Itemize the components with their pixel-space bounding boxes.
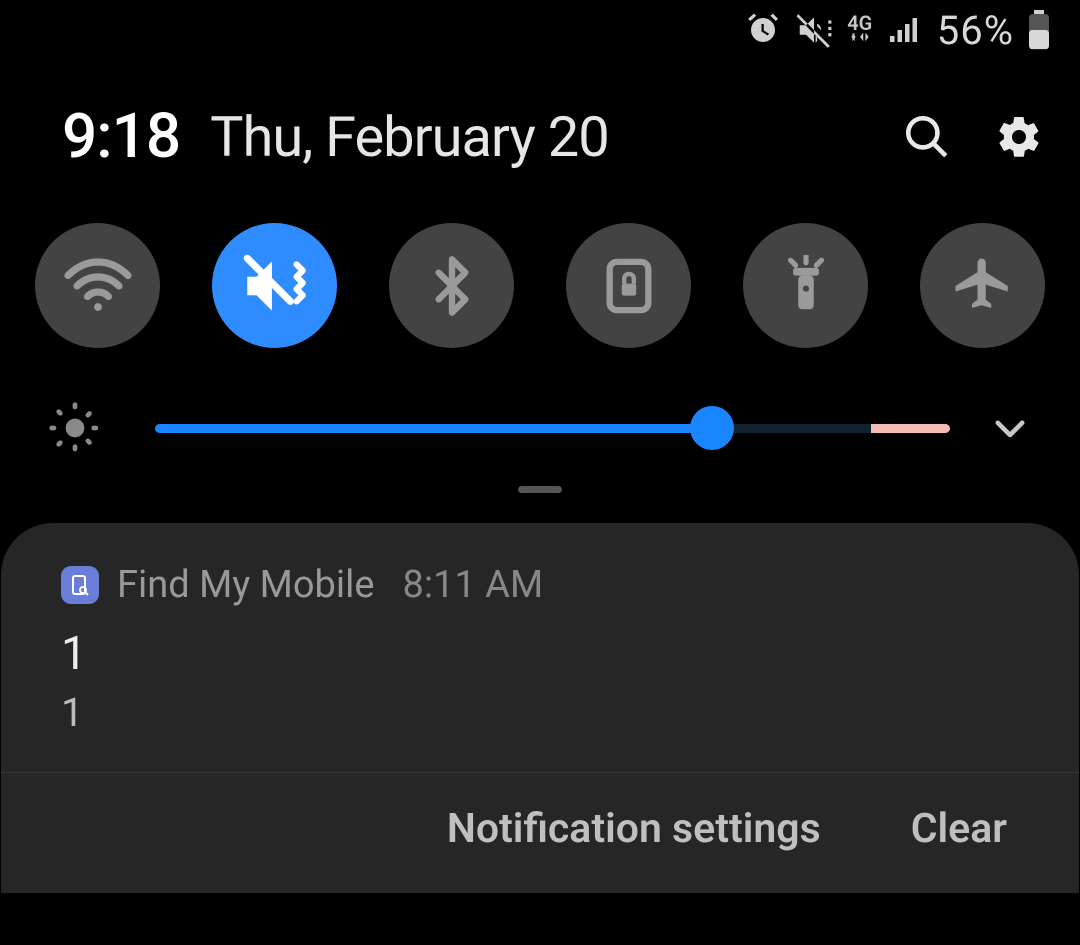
notification-card[interactable]: Find My Mobile 8:11 AM 1 1 Notification … — [1, 523, 1079, 893]
alarm-icon — [745, 12, 781, 48]
bluetooth-toggle[interactable] — [389, 223, 514, 348]
notification-app-name: Find My Mobile — [117, 563, 374, 607]
airplane-icon — [950, 253, 1016, 319]
notification-header: Find My Mobile 8:11 AM — [1, 563, 1079, 607]
battery-percent: 56% — [937, 7, 1014, 54]
notification-time: 8:11 AM — [402, 563, 543, 607]
rotation-lock-toggle[interactable] — [566, 223, 691, 348]
airplane-toggle[interactable] — [920, 223, 1045, 348]
status-bar: 4G 56% — [0, 0, 1080, 60]
bluetooth-icon — [420, 254, 484, 318]
notification-title: 1 — [61, 627, 1019, 681]
expand-panel-button[interactable] — [985, 407, 1035, 449]
network-4g-icon: 4G — [847, 15, 873, 45]
panel-header: 9:18 Thu, February 20 — [0, 60, 1080, 193]
notification-body: 1 — [61, 689, 1019, 736]
brightness-row — [0, 348, 1080, 458]
notification-settings-button[interactable]: Notification settings — [447, 805, 821, 853]
clear-button[interactable]: Clear — [911, 805, 1007, 853]
wifi-icon — [62, 250, 134, 322]
search-icon[interactable] — [901, 111, 953, 163]
flashlight-toggle[interactable] — [743, 223, 868, 348]
rotation-lock-icon — [600, 257, 658, 315]
brightness-slider[interactable] — [155, 408, 950, 448]
quick-toggles — [0, 193, 1080, 348]
panel-drag-handle[interactable] — [0, 458, 1080, 493]
brightness-icon — [45, 400, 105, 456]
battery-icon — [1028, 10, 1050, 50]
find-my-mobile-app-icon — [61, 566, 99, 604]
signal-icon — [887, 12, 923, 48]
mute-vibrate-icon — [238, 249, 312, 323]
wifi-toggle[interactable] — [35, 223, 160, 348]
clock-time: 9:18 — [62, 100, 180, 173]
gear-icon[interactable] — [993, 111, 1045, 163]
notification-actions: Notification settings Clear — [1, 773, 1079, 893]
mute-vibrate-status-icon — [795, 11, 833, 49]
flashlight-icon — [775, 255, 837, 317]
clock-date: Thu, February 20 — [210, 104, 609, 170]
chevron-down-icon — [989, 407, 1031, 449]
sound-toggle[interactable] — [212, 223, 337, 348]
